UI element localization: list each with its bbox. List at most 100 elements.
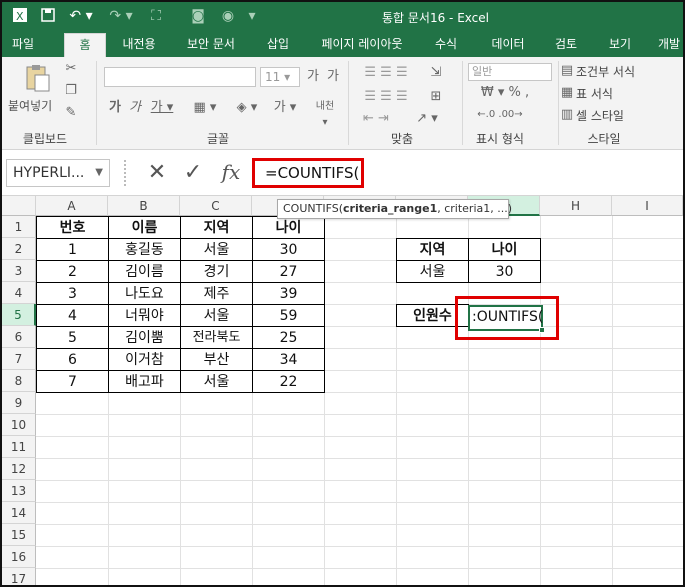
table-cell[interactable]: 제주: [180, 282, 253, 305]
screenshot-icon[interactable]: ⛶: [146, 7, 166, 25]
conditional-format-icon[interactable]: ▤: [558, 63, 576, 79]
table-cell[interactable]: 배고파: [108, 370, 181, 393]
wrap-text-icon[interactable]: ⇲: [426, 65, 446, 81]
underline-icon[interactable]: 가 ▾: [150, 100, 174, 116]
format-painter-icon[interactable]: ✎: [62, 105, 80, 121]
currency-icon[interactable]: ₩ ▾ % ,: [470, 85, 540, 101]
table-cell[interactable]: 김이름: [108, 260, 181, 283]
row-header[interactable]: 1: [2, 216, 36, 238]
paste-label[interactable]: 붙여넣기: [8, 97, 52, 114]
italic-icon[interactable]: 가: [128, 100, 142, 116]
row-header[interactable]: 16: [2, 546, 36, 568]
table-cell[interactable]: 서울: [180, 304, 253, 327]
tab-data[interactable]: 데이터: [486, 33, 530, 57]
font-size-select[interactable]: 11 ▾: [260, 67, 300, 87]
table-header-cell[interactable]: 나이: [252, 216, 325, 239]
row-header[interactable]: 9: [2, 392, 36, 414]
cancel-icon[interactable]: ✕: [144, 160, 170, 186]
criteria-cell[interactable]: 30: [468, 260, 541, 283]
column-header[interactable]: I: [612, 196, 683, 216]
table-cell[interactable]: 34: [252, 348, 325, 371]
cell-style-button[interactable]: 셀 스타일: [576, 107, 624, 124]
table-cell[interactable]: 너뭐야: [108, 304, 181, 327]
name-box[interactable]: HYPERLI... ▼: [6, 159, 110, 187]
table-cell[interactable]: 27: [252, 260, 325, 283]
row-header[interactable]: 4: [2, 282, 36, 304]
table-cell[interactable]: 22: [252, 370, 325, 393]
table-cell[interactable]: 서울: [180, 238, 253, 261]
font-name-select[interactable]: [104, 67, 256, 87]
criteria-header-cell[interactable]: 나이: [468, 238, 541, 261]
tab-developer[interactable]: 개발: [654, 33, 683, 57]
decrease-font-icon[interactable]: 가: [324, 69, 342, 85]
table-cell[interactable]: 39: [252, 282, 325, 305]
align-center-icon[interactable]: ☰ ☰ ☰: [356, 89, 416, 105]
cell-style-icon[interactable]: ▥: [558, 107, 576, 123]
row-header[interactable]: 2: [2, 238, 36, 260]
table-cell[interactable]: 4: [36, 304, 109, 327]
table-cell[interactable]: 25: [252, 326, 325, 349]
table-format-icon[interactable]: ▦: [558, 85, 576, 101]
tab-secure-docs[interactable]: 보안 문서: [182, 33, 240, 57]
active-cell[interactable]: :OUNTIFS(: [468, 305, 545, 333]
record-icon[interactable]: ◉: [218, 7, 238, 25]
formula-input[interactable]: =COUNTIFS(: [252, 158, 364, 188]
row-header[interactable]: 17: [2, 568, 36, 585]
table-cell[interactable]: 경기: [180, 260, 253, 283]
redo-icon[interactable]: ↷ ▾: [106, 7, 136, 25]
tab-view[interactable]: 보기: [604, 33, 636, 57]
column-header[interactable]: A: [36, 196, 108, 216]
table-cell[interactable]: 6: [36, 348, 109, 371]
criteria-header-cell[interactable]: 지역: [396, 238, 469, 261]
row-header[interactable]: 6: [2, 326, 36, 348]
insert-function-icon[interactable]: fx: [216, 158, 246, 186]
criteria-cell[interactable]: 서울: [396, 260, 469, 283]
chevron-down-icon[interactable]: ▼: [95, 160, 103, 186]
font-color-icon[interactable]: 가 ▾: [272, 100, 298, 116]
phonetic-icon[interactable]: 내천 ▾: [312, 99, 338, 131]
cut-icon[interactable]: ✂: [62, 61, 80, 77]
decimal-icon[interactable]: ←.0 .00→: [470, 107, 530, 123]
fill-color-icon[interactable]: ◈ ▾: [234, 100, 260, 116]
table-cell[interactable]: 김이뿜: [108, 326, 181, 349]
table-cell[interactable]: 1: [36, 238, 109, 261]
bold-icon[interactable]: 가: [108, 100, 122, 116]
copy-icon[interactable]: ❐: [62, 83, 80, 99]
number-format-select[interactable]: 일반: [468, 63, 552, 81]
table-format-button[interactable]: 표 서식: [576, 85, 613, 102]
tab-formulas[interactable]: 수식: [430, 33, 462, 57]
table-cell[interactable]: 전라북도: [180, 326, 253, 349]
tab-home[interactable]: 홈: [64, 33, 106, 57]
column-header[interactable]: H: [540, 196, 612, 216]
enter-icon[interactable]: ✓: [180, 160, 206, 186]
tab-file[interactable]: 파일: [6, 33, 40, 57]
table-cell[interactable]: 2: [36, 260, 109, 283]
table-header-cell[interactable]: 번호: [36, 216, 109, 239]
paste-icon[interactable]: [22, 63, 52, 93]
function-tooltip[interactable]: COUNTIFS(criteria_range1, criteria1, ...…: [277, 199, 512, 219]
tab-page-layout[interactable]: 페이지 레이아웃: [316, 33, 408, 57]
conditional-format-button[interactable]: 조건부 서식: [576, 63, 635, 80]
merge-icon[interactable]: ⊞: [426, 89, 446, 105]
fill-handle[interactable]: [539, 327, 545, 333]
table-cell[interactable]: 7: [36, 370, 109, 393]
row-header[interactable]: 8: [2, 370, 36, 392]
camera-icon[interactable]: ◙: [188, 7, 208, 25]
table-cell[interactable]: 홍길동: [108, 238, 181, 261]
tab-personal[interactable]: 내전용: [118, 33, 160, 57]
tab-insert[interactable]: 삽입: [262, 33, 294, 57]
increase-font-icon[interactable]: 가: [304, 69, 322, 85]
align-top-icon[interactable]: ☰ ☰ ☰: [356, 65, 416, 81]
row-header[interactable]: 7: [2, 348, 36, 370]
table-cell[interactable]: 나도요: [108, 282, 181, 305]
row-header[interactable]: 15: [2, 524, 36, 546]
table-header-cell[interactable]: 지역: [180, 216, 253, 239]
row-header[interactable]: 12: [2, 458, 36, 480]
table-cell[interactable]: 5: [36, 326, 109, 349]
table-cell[interactable]: 30: [252, 238, 325, 261]
row-header[interactable]: 5: [2, 304, 36, 326]
select-all-corner[interactable]: [2, 196, 36, 216]
orientation-icon[interactable]: ↗ ▾: [412, 111, 442, 127]
table-cell[interactable]: 부산: [180, 348, 253, 371]
save-icon[interactable]: [38, 7, 58, 25]
